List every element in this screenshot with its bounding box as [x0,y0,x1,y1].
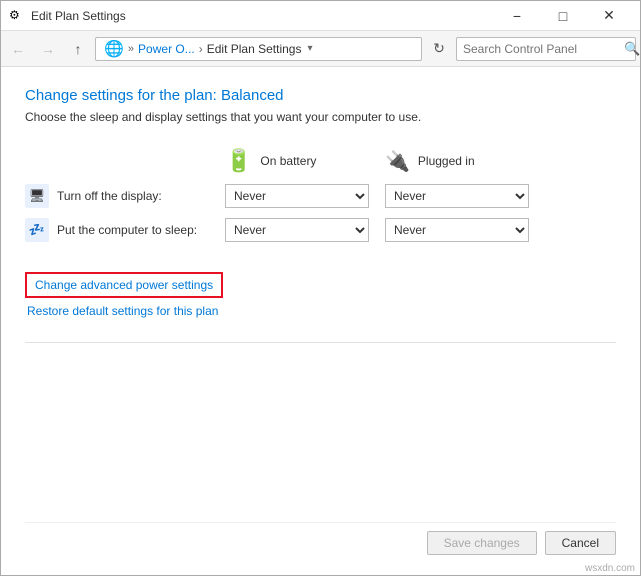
search-input[interactable] [457,42,624,56]
title-bar: ⚙ Edit Plan Settings − □ ✕ [1,1,640,31]
display-battery-dropdown-wrapper: Never 1 minute 2 minutes 5 minutes 10 mi… [225,184,369,208]
display-battery-select[interactable]: Never 1 minute 2 minutes 5 minutes 10 mi… [225,184,369,208]
display-dropdowns: Never 1 minute 2 minutes 5 minutes 10 mi… [225,184,529,208]
sleep-icon: 💤 [25,218,49,242]
maximize-button[interactable]: □ [540,1,586,31]
sleep-plugged-select[interactable]: Never 1 minute 2 minutes 5 minutes 10 mi… [385,218,529,242]
search-icon[interactable]: 🔍 [624,38,640,60]
display-row: 🖥 Turn off the display: Never 1 minute 2… [25,184,616,208]
breadcrumb-sep2: › [199,42,203,56]
plan-subtitle: Choose the sleep and display settings th… [25,110,616,124]
breadcrumb-sep1: » [128,43,134,55]
breadcrumb-part1: Power O... [138,42,195,56]
display-icon: 🖥 [25,184,49,208]
col1-label: On battery [260,154,316,168]
close-button[interactable]: ✕ [586,1,632,31]
column-headers: 🔋 On battery 🔌 Plugged in [25,148,616,174]
address-field[interactable]: 🌐 » Power O... › Edit Plan Settings ▾ [95,37,422,61]
dropdown-icon[interactable]: ▾ [307,43,312,54]
sleep-battery-dropdown-wrapper: Never 1 minute 2 minutes 5 minutes 10 mi… [225,218,369,242]
up-button[interactable]: ↑ [65,36,91,62]
col-header-plugged: 🔌 Plugged in [385,149,545,174]
forward-button[interactable]: → [35,36,61,62]
back-button[interactable]: ← [5,36,31,62]
advanced-settings-link[interactable]: Change advanced power settings [25,272,223,298]
save-button[interactable]: Save changes [427,531,537,555]
sleep-dropdowns: Never 1 minute 2 minutes 5 minutes 10 mi… [225,218,529,242]
refresh-button[interactable]: ↻ [426,36,452,62]
pluggedin-icon: 🔌 [385,149,410,174]
cancel-button[interactable]: Cancel [545,531,616,555]
sleep-row: 💤 Put the computer to sleep: Never 1 min… [25,218,616,242]
settings-table: 🔋 On battery 🔌 Plugged in 🖥 Turn off the… [25,148,616,252]
battery-icon: 🔋 [225,148,252,174]
restore-defaults-link[interactable]: Restore default settings for this plan [27,304,616,318]
plan-title: Change settings for the plan: Balanced [25,87,616,104]
display-label: 🖥 Turn off the display: [25,184,225,208]
display-label-text: Turn off the display: [57,189,162,203]
watermark: wsxdn.com [585,563,635,574]
bottom-bar: Save changes Cancel [25,522,616,559]
window: ⚙ Edit Plan Settings − □ ✕ ← → ↑ 🌐 » Pow… [0,0,641,576]
col-header-battery: 🔋 On battery [225,148,385,174]
display-plugged-dropdown-wrapper: Never 1 minute 2 minutes 5 minutes 10 mi… [385,184,529,208]
bottom-divider [25,342,616,343]
links-section: Change advanced power settings Restore d… [25,272,616,318]
minimize-button[interactable]: − [494,1,540,31]
col2-label: Plugged in [418,154,475,168]
search-box[interactable]: 🔍 [456,37,636,61]
window-title: Edit Plan Settings [31,9,494,23]
address-bar: ← → ↑ 🌐 » Power O... › Edit Plan Setting… [1,31,640,67]
breadcrumb-part2: Edit Plan Settings [207,42,302,56]
title-bar-buttons: − □ ✕ [494,1,632,31]
window-icon: ⚙ [9,8,25,24]
sleep-label: 💤 Put the computer to sleep: [25,218,225,242]
sleep-label-text: Put the computer to sleep: [57,223,197,237]
sleep-battery-select[interactable]: Never 1 minute 2 minutes 5 minutes 10 mi… [225,218,369,242]
display-plugged-select[interactable]: Never 1 minute 2 minutes 5 minutes 10 mi… [385,184,529,208]
sleep-plugged-dropdown-wrapper: Never 1 minute 2 minutes 5 minutes 10 mi… [385,218,529,242]
content-area: Change settings for the plan: Balanced C… [1,67,640,575]
breadcrumb-icon: 🌐 [104,39,124,59]
